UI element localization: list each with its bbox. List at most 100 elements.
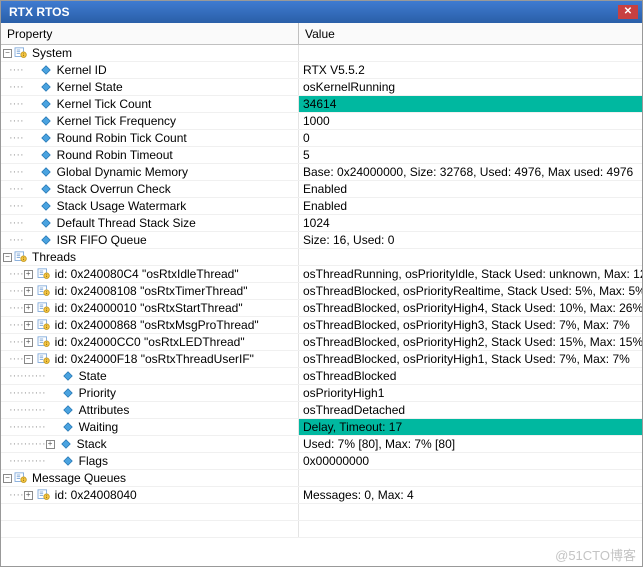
property-value: 0x00000000 — [299, 453, 642, 469]
property-label: Round Robin Timeout — [57, 148, 173, 162]
tree-connector: ·········· — [9, 404, 46, 416]
tree-property-row[interactable]: ··········WaitingDelay, Timeout: 17 — [1, 419, 642, 436]
collapse-icon[interactable]: − — [3, 253, 12, 262]
tree-connector: ·········· — [9, 455, 46, 467]
property-label: id: 0x24008108 "osRtxTimerThread" — [55, 284, 248, 298]
expand-icon[interactable]: + — [46, 440, 55, 449]
tree-group-row[interactable]: −Threads — [1, 249, 642, 266]
tree-group-row[interactable]: ····+id: 0x24000868 "osRtxMsgProThread"o… — [1, 317, 642, 334]
tree-group-row[interactable]: − Message Queues — [1, 470, 642, 487]
tree-property-row — [1, 521, 642, 538]
property-label: id: 0x24000CC0 "osRtxLEDThread" — [55, 335, 245, 349]
tree-group-row[interactable]: ····−id: 0x24000F18 "osRtxThreadUserIF"o… — [1, 351, 642, 368]
tree-group-row[interactable]: ····+id: 0x24000010 "osRtxStartThread"os… — [1, 300, 642, 317]
tree-connector: ···· — [9, 200, 24, 212]
collapse-icon[interactable]: − — [24, 355, 33, 364]
property-label: Stack Overrun Check — [57, 182, 171, 196]
tree-property-row — [1, 504, 642, 521]
column-header-row: Property Value — [1, 23, 642, 45]
tree-connector: ···· — [9, 81, 24, 93]
tree-connector: ···· — [9, 98, 24, 110]
expand-icon[interactable]: + — [24, 304, 33, 313]
tree-connector: ···· — [9, 217, 24, 229]
tree-property-row[interactable]: ····Round Robin Tick Count0 — [1, 130, 642, 147]
property-label: ISR FIFO Queue — [57, 233, 147, 247]
column-header-property[interactable]: Property — [1, 23, 299, 44]
expand-icon[interactable]: + — [24, 321, 33, 330]
collapse-icon[interactable]: − — [3, 474, 12, 483]
tree-property-row[interactable]: ·········· Flags 0x00000000 — [1, 453, 642, 470]
expand-icon[interactable]: + — [24, 338, 33, 347]
tree-property-row[interactable]: ··········+StackUsed: 7% [80], Max: 7% [… — [1, 436, 642, 453]
property-icon — [59, 438, 73, 450]
tree-group-row[interactable]: − System — [1, 45, 642, 62]
property-label: Flags — [79, 454, 108, 468]
tree-group-row[interactable]: ····+id: 0x240080C4 "osRtxIdleThread"osT… — [1, 266, 642, 283]
property-label: Stack Usage Watermark — [57, 199, 187, 213]
group-icon — [37, 353, 51, 365]
tree-group-row[interactable]: ····+id: 0x24008108 "osRtxTimerThread"os… — [1, 283, 642, 300]
expand-icon[interactable]: + — [24, 270, 33, 279]
property-icon — [39, 115, 53, 127]
property-value: osThreadBlocked, osPriorityRealtime, Sta… — [299, 283, 642, 299]
property-icon — [39, 234, 53, 246]
property-value: osThreadBlocked, osPriorityHigh4, Stack … — [299, 300, 642, 316]
property-value — [299, 504, 642, 520]
column-header-value[interactable]: Value — [299, 23, 642, 44]
tree-connector: ·········· — [9, 370, 46, 382]
tree-property-row[interactable]: ···· Stack Usage Watermark Enabled — [1, 198, 642, 215]
tree-group-row[interactable]: ····+id: 0x24008040Messages: 0, Max: 4 — [1, 487, 642, 504]
tree-property-row[interactable]: ··········AttributesosThreadDetached — [1, 402, 642, 419]
tree-property-row[interactable]: ····Kernel Tick Frequency1000 — [1, 113, 642, 130]
property-icon — [61, 455, 75, 467]
tree-property-row[interactable]: ····Round Robin Timeout5 — [1, 147, 642, 164]
group-icon — [37, 268, 51, 280]
property-label: Priority — [79, 386, 116, 400]
property-value: Delay, Timeout: 17 — [299, 419, 642, 435]
property-label: System — [32, 46, 72, 60]
close-icon[interactable]: ✕ — [618, 5, 638, 19]
property-icon — [61, 421, 75, 433]
property-label: Stack — [77, 437, 107, 451]
property-label: Waiting — [79, 420, 119, 434]
property-label: Kernel State — [57, 80, 123, 94]
property-label: id: 0x240080C4 "osRtxIdleThread" — [55, 267, 239, 281]
tree-property-row[interactable]: ····Default Thread Stack Size1024 — [1, 215, 642, 232]
property-label: Message Queues — [32, 471, 126, 485]
tree-property-row[interactable]: ···· Kernel State osKernelRunning — [1, 79, 642, 96]
property-label: Global Dynamic Memory — [57, 165, 188, 179]
property-icon — [39, 98, 53, 110]
tree-connector: ···· — [9, 336, 24, 348]
property-value: osPriorityHigh1 — [299, 385, 642, 401]
property-label: id: 0x24000010 "osRtxStartThread" — [55, 301, 243, 315]
property-value: Size: 16, Used: 0 — [299, 232, 642, 248]
tree-property-row[interactable]: ··········StateosThreadBlocked — [1, 368, 642, 385]
group-icon — [14, 47, 28, 59]
property-value: osKernelRunning — [299, 79, 642, 95]
property-value: osThreadBlocked, osPriorityHigh1, Stack … — [299, 351, 642, 367]
property-value: osThreadBlocked — [299, 368, 642, 384]
property-label: Round Robin Tick Count — [57, 131, 187, 145]
property-icon — [39, 149, 53, 161]
property-icon — [39, 217, 53, 229]
tree-group-row[interactable]: ····+id: 0x24000CC0 "osRtxLEDThread"osTh… — [1, 334, 642, 351]
tree-connector: ···· — [9, 64, 24, 76]
window-title: RTX RTOS — [9, 5, 69, 19]
property-icon — [39, 200, 53, 212]
tree-connector: ···· — [9, 319, 24, 331]
property-value: Enabled — [299, 198, 642, 214]
tree-property-row[interactable]: ····Stack Overrun CheckEnabled — [1, 181, 642, 198]
tree-property-row[interactable]: ····Kernel IDRTX V5.5.2 — [1, 62, 642, 79]
tree-connector: ···· — [9, 132, 24, 144]
expand-icon[interactable]: + — [24, 491, 33, 500]
tree-property-row[interactable]: ··········PriorityosPriorityHigh1 — [1, 385, 642, 402]
property-label: Kernel ID — [57, 63, 107, 77]
expand-icon[interactable]: + — [24, 287, 33, 296]
tree-property-row[interactable]: ····Kernel Tick Count34614 — [1, 96, 642, 113]
property-label: id: 0x24000868 "osRtxMsgProThread" — [55, 318, 259, 332]
tree-property-row[interactable]: ····ISR FIFO QueueSize: 16, Used: 0 — [1, 232, 642, 249]
collapse-icon[interactable]: − — [3, 49, 12, 58]
tree-property-row[interactable]: ····Global Dynamic MemoryBase: 0x2400000… — [1, 164, 642, 181]
group-icon — [14, 251, 28, 263]
group-icon — [37, 302, 51, 314]
